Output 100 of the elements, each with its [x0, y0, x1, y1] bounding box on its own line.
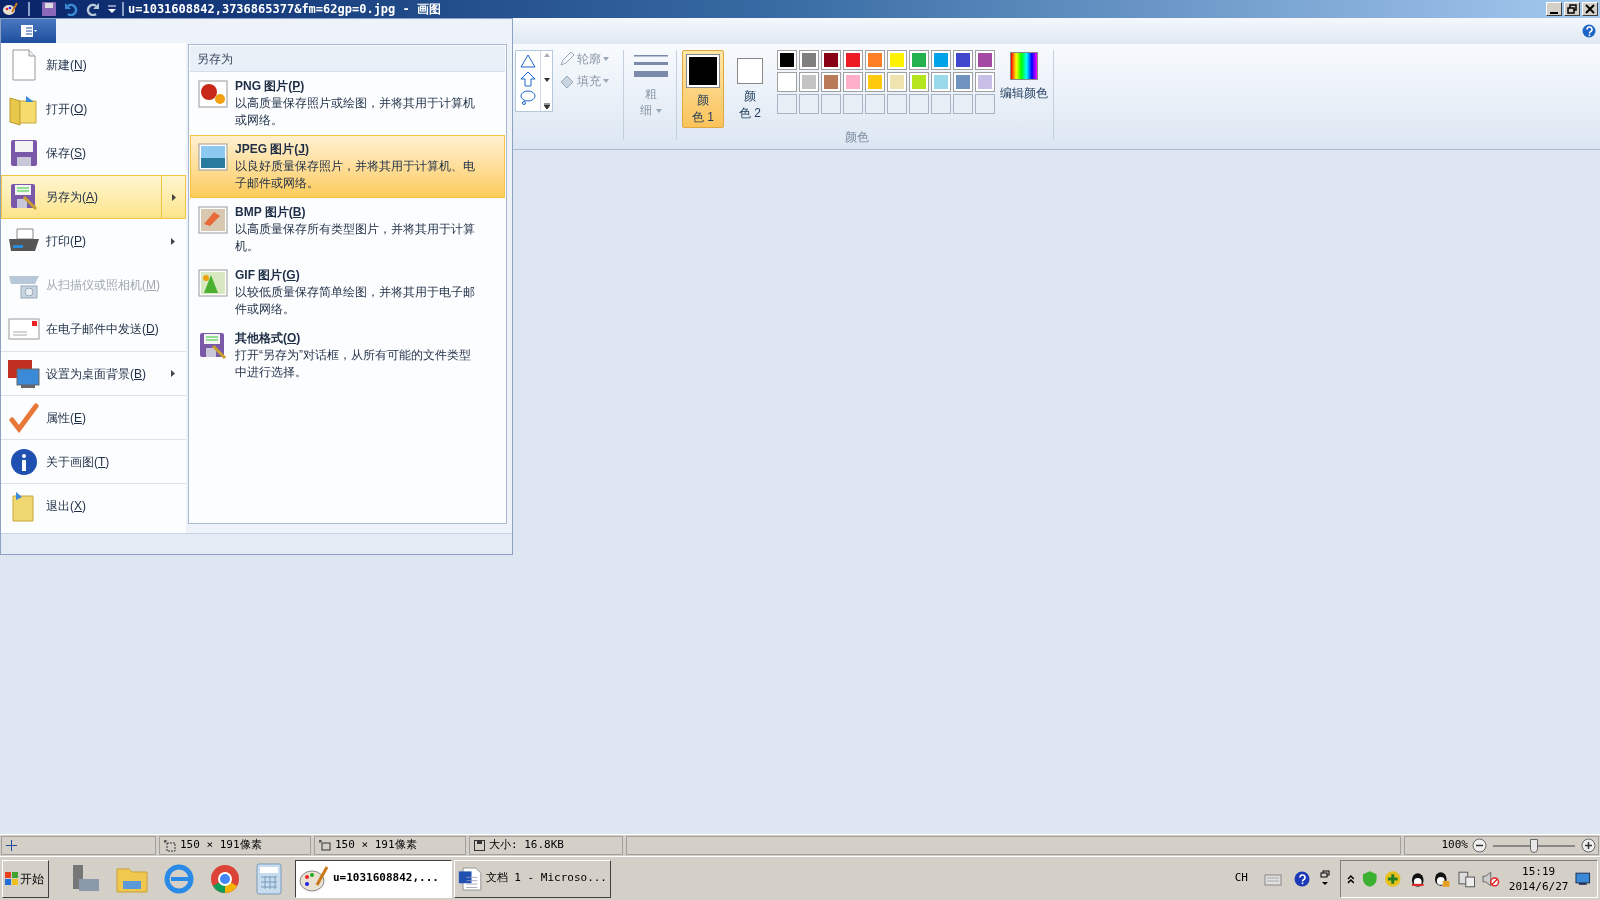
- file-menu-button[interactable]: [1, 19, 56, 43]
- help-icon[interactable]: [1582, 24, 1596, 38]
- empty-color-slot[interactable]: [865, 94, 885, 114]
- color-2-button[interactable]: 颜 色 2: [729, 50, 771, 128]
- palette-color-swatch[interactable]: [975, 50, 995, 70]
- palette-color-swatch[interactable]: [887, 72, 907, 92]
- speaker-muted-icon[interactable]: [1482, 869, 1500, 888]
- color-spectrum-icon: [1010, 52, 1038, 80]
- palette-color-swatch[interactable]: [799, 72, 819, 92]
- palette-color-swatch[interactable]: [843, 50, 863, 70]
- menu-item[interactable]: 退出(X): [1, 484, 186, 527]
- taskbar-button[interactable]: u=1031608842,...: [295, 859, 452, 898]
- landscape-picture-icon: [198, 143, 228, 171]
- customize-dropdown-icon[interactable]: [108, 5, 116, 13]
- minimize-button[interactable]: [1546, 2, 1562, 16]
- scroll-up-icon[interactable]: [543, 53, 550, 57]
- chevron-up-icon[interactable]: [1347, 873, 1355, 884]
- expand-gallery-icon[interactable]: [543, 103, 550, 109]
- canvas-size-icon: [319, 839, 331, 852]
- arrow-up-icon[interactable]: [520, 71, 536, 87]
- submenu-item[interactable]: GIF 图片(G) 以较低质量保存简单绘图，并将其用于电子邮件或网络。: [190, 261, 505, 324]
- penguin-lock-icon[interactable]: [1433, 869, 1451, 888]
- palette-color-swatch[interactable]: [865, 50, 885, 70]
- edit-colors-button[interactable]: 编辑颜色: [997, 50, 1051, 149]
- redo-icon[interactable]: [86, 2, 100, 16]
- image-size: 150 × 191像素: [335, 837, 417, 854]
- shapes-gallery[interactable]: [515, 50, 553, 112]
- line-widths-icon: [634, 54, 668, 80]
- menu-item[interactable]: 保存(S): [1, 131, 186, 175]
- undo-icon[interactable]: [64, 2, 78, 16]
- palette-color-swatch[interactable]: [931, 72, 951, 92]
- menu-item[interactable]: 在电子邮件中发送(D): [1, 307, 186, 351]
- empty-color-slot[interactable]: [975, 94, 995, 114]
- submenu-item[interactable]: PNG 图片(P) 以高质量保存照片或绘图，并将其用于计算机或网络。: [190, 72, 505, 135]
- palette-color-swatch[interactable]: [909, 72, 929, 92]
- menu-item[interactable]: 新建(N): [1, 43, 186, 87]
- network-icon[interactable]: [1457, 869, 1476, 888]
- empty-color-slot[interactable]: [887, 94, 907, 114]
- palette-color-swatch[interactable]: [777, 72, 797, 92]
- palette-color-swatch[interactable]: [953, 72, 973, 92]
- color-1-button[interactable]: 颜 色 1: [682, 50, 724, 128]
- empty-color-slot[interactable]: [953, 94, 973, 114]
- clock-time[interactable]: 15:19: [1522, 863, 1556, 879]
- chrome-icon[interactable]: [209, 862, 241, 895]
- zoom-in-icon[interactable]: [1581, 838, 1596, 853]
- triangle-icon[interactable]: [520, 53, 536, 69]
- plus-circle-icon[interactable]: [1384, 869, 1402, 888]
- palette-color-swatch[interactable]: [799, 50, 819, 70]
- submenu-header: 另存为: [190, 46, 505, 72]
- blank-page-icon: [11, 49, 37, 81]
- minimize-icon: [1550, 11, 1558, 14]
- empty-color-slot[interactable]: [777, 94, 797, 114]
- taskbar-button[interactable]: 文档 1 - Microso...: [454, 859, 611, 898]
- zoom-slider-thumb[interactable]: [1530, 838, 1538, 853]
- paint-palette-icon[interactable]: [2, 2, 18, 16]
- windows-logo-icon: [5, 871, 19, 886]
- clock-date[interactable]: 2014/6/27: [1508, 878, 1569, 894]
- empty-color-slot[interactable]: [799, 94, 819, 114]
- paint-palette-icon: [299, 864, 329, 893]
- palette-color-swatch[interactable]: [909, 50, 929, 70]
- palette-color-swatch[interactable]: [931, 50, 951, 70]
- palette-color-swatch[interactable]: [975, 72, 995, 92]
- submenu-item[interactable]: BMP 图片(B) 以高质量保存所有类型图片，并将其用于计算机。: [190, 198, 505, 261]
- palette-color-swatch[interactable]: [953, 50, 973, 70]
- menu-item[interactable]: 设置为桌面背景(B): [1, 352, 186, 395]
- pencil-icon: [559, 51, 575, 67]
- palette-color-swatch[interactable]: [821, 72, 841, 92]
- palette-color-swatch[interactable]: [865, 72, 885, 92]
- restore-button[interactable]: [1564, 2, 1580, 16]
- restore-toolbar-icon[interactable]: [1320, 869, 1330, 888]
- menu-item[interactable]: 打印(P): [1, 219, 186, 263]
- show-desktop-icon[interactable]: [1575, 871, 1591, 886]
- palette-color-swatch[interactable]: [777, 50, 797, 70]
- close-button[interactable]: [1582, 2, 1598, 16]
- start-button[interactable]: 开始: [2, 859, 49, 898]
- cloud-callout-icon[interactable]: [520, 89, 536, 105]
- menu-item[interactable]: 打开(O): [1, 87, 186, 131]
- language-indicator[interactable]: CH: [1234, 870, 1248, 887]
- color-swatch-icon: [737, 58, 763, 84]
- restore-icon: [1567, 4, 1577, 14]
- palette-color-swatch[interactable]: [887, 50, 907, 70]
- submenu-item[interactable]: JPEG 图片(J) 以良好质量保存照片，并将其用于计算机、电子邮件或网络。: [190, 135, 505, 198]
- zoom-slider[interactable]: [1493, 837, 1575, 854]
- submenu-item[interactable]: 其他格式(O) 打开“另存为”对话框，从所有可能的文件类型中进行选择。: [190, 324, 505, 387]
- help-icon[interactable]: [1294, 870, 1310, 887]
- zoom-out-icon[interactable]: [1472, 838, 1487, 853]
- shield-icon[interactable]: [1361, 869, 1378, 888]
- menu-item[interactable]: 属性(E): [1, 396, 186, 439]
- calculator-icon[interactable]: [255, 862, 283, 895]
- palette-color-swatch[interactable]: [821, 50, 841, 70]
- empty-color-slot[interactable]: [931, 94, 951, 114]
- scroll-down-icon[interactable]: [543, 78, 550, 82]
- empty-color-slot[interactable]: [821, 94, 841, 114]
- browser-e-icon[interactable]: [163, 862, 195, 895]
- save-as-icon: [199, 332, 227, 360]
- palette-color-swatch[interactable]: [843, 72, 863, 92]
- menu-item[interactable]: 另存为(A): [1, 175, 186, 219]
- empty-color-slot[interactable]: [843, 94, 863, 114]
- menu-item[interactable]: 关于画图(T): [1, 440, 186, 483]
- empty-color-slot[interactable]: [909, 94, 929, 114]
